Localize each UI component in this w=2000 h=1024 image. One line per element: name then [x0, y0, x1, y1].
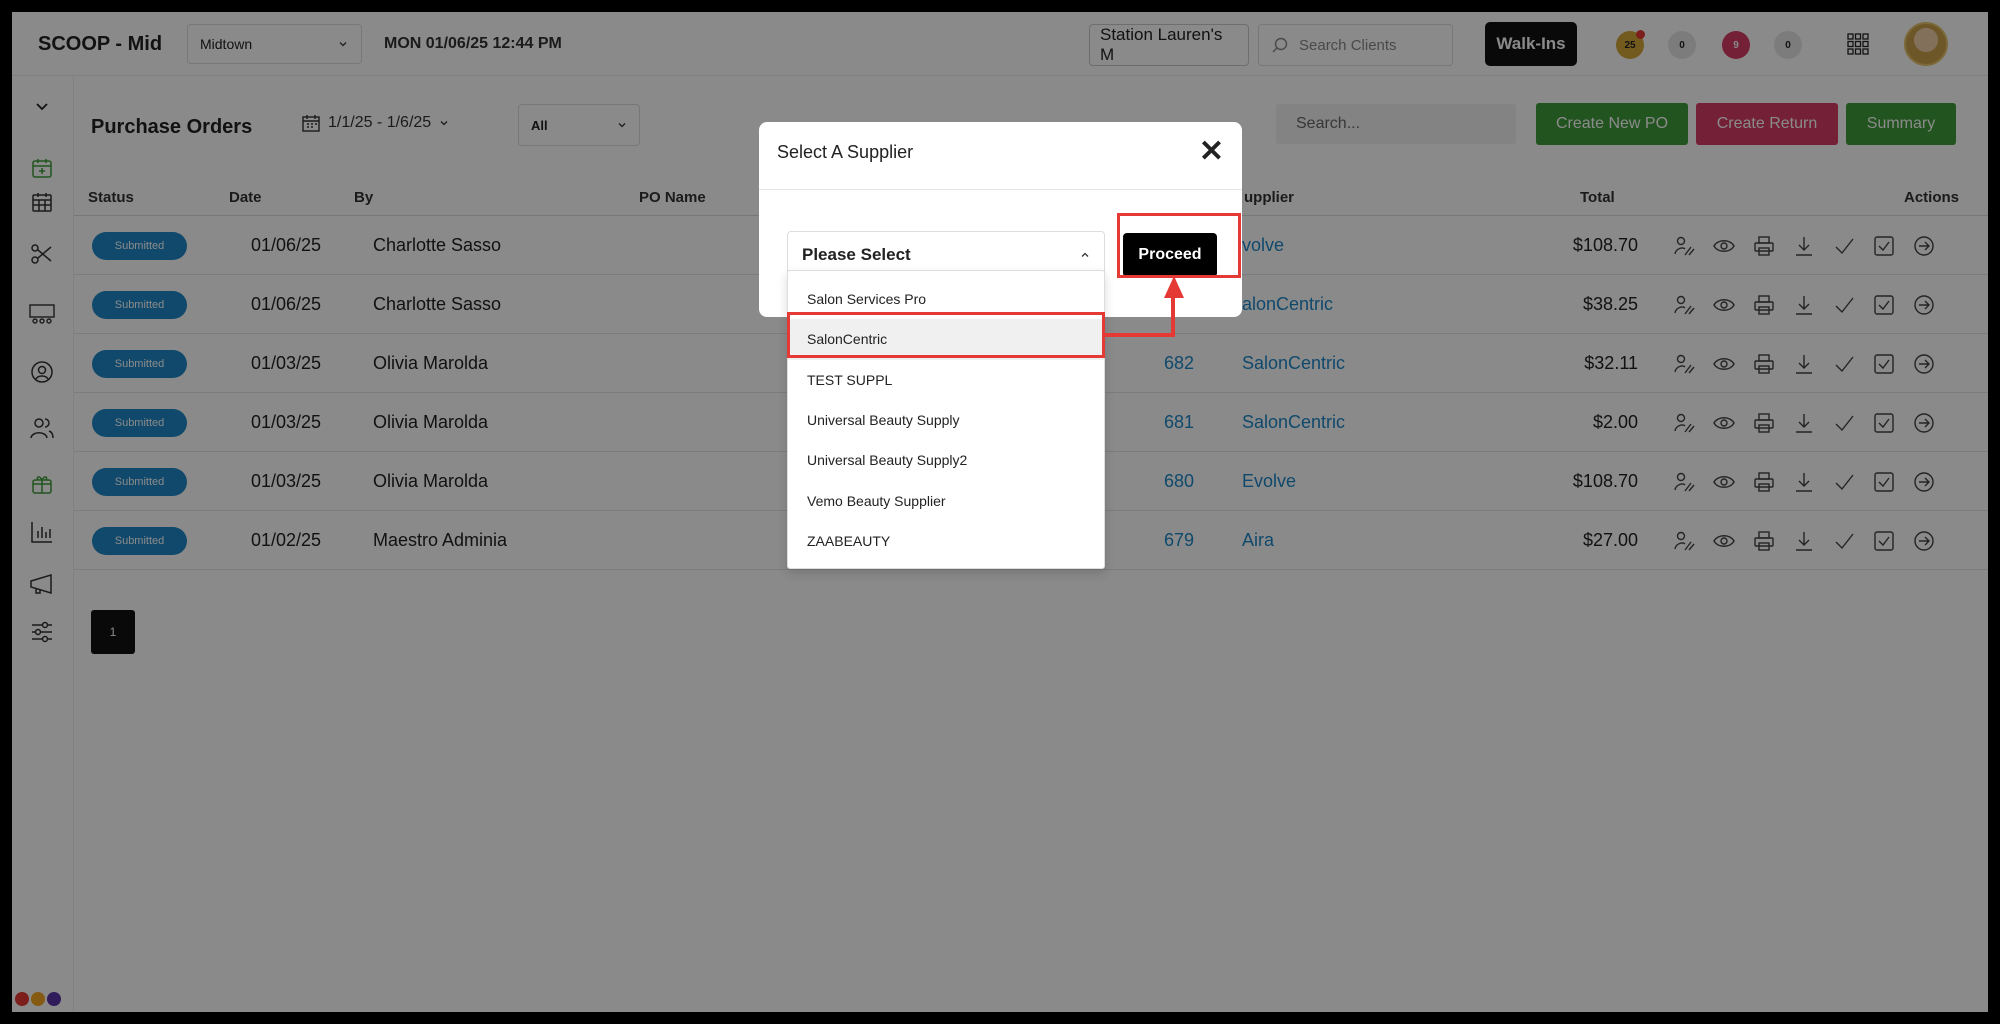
arrow-up-icon	[1164, 276, 1184, 298]
supplier-option[interactable]: Vemo Beauty Supplier	[788, 480, 1104, 520]
connector-line	[1105, 333, 1174, 337]
chevron-up-icon	[1081, 252, 1089, 257]
supplier-select-value: Please Select	[802, 245, 911, 264]
close-icon[interactable]: ✕	[1199, 134, 1224, 169]
option-highlight-box	[787, 312, 1105, 358]
supplier-option[interactable]: Universal Beauty Supply	[788, 400, 1104, 440]
connector-line	[1171, 294, 1175, 337]
supplier-option[interactable]: TEST SUPPL	[788, 360, 1104, 400]
supplier-option[interactable]: ZAABEAUTY	[788, 521, 1104, 561]
supplier-option[interactable]: Universal Beauty Supply2	[788, 440, 1104, 480]
modal-title: Select A Supplier	[777, 142, 914, 162]
proceed-highlight-box	[1117, 213, 1241, 278]
app-window: SCOOP - Mid Midtown MON 01/06/25 12:44 P…	[12, 12, 1988, 1012]
divider	[759, 189, 1242, 190]
